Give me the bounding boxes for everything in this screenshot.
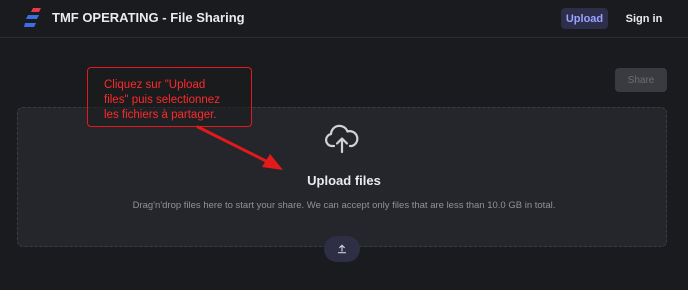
- dropzone-title: Upload files: [307, 173, 381, 188]
- tmf-logo-icon[interactable]: [24, 7, 42, 29]
- select-files-button[interactable]: [324, 236, 360, 262]
- app-header: TMF OPERATING - File Sharing Upload Sign…: [0, 0, 688, 38]
- nav-upload-link[interactable]: Upload: [561, 8, 608, 29]
- nav-signin-link[interactable]: Sign in: [620, 8, 668, 29]
- annotation-line: les fichiers à partager.: [104, 109, 217, 121]
- share-button[interactable]: Share: [615, 68, 667, 92]
- annotation-text: Cliquez sur "Upload files" puis selectio…: [104, 78, 254, 123]
- page: TMF OPERATING - File Sharing Upload Sign…: [0, 0, 688, 290]
- cloud-upload-icon: [325, 124, 359, 154]
- upload-arrow-icon: [337, 244, 347, 254]
- dropzone-description: Drag'n'drop files here to start your sha…: [132, 200, 556, 211]
- annotation-line: Cliquez sur "Upload: [104, 79, 206, 91]
- app-title: TMF OPERATING - File Sharing: [52, 10, 245, 25]
- annotation-line: files" puis selectionnez: [104, 94, 220, 106]
